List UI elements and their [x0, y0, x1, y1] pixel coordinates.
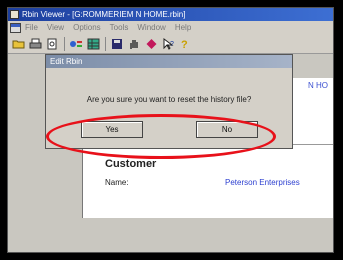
toolbar-separator	[105, 36, 106, 51]
menu-window[interactable]: Window	[137, 23, 165, 32]
svg-text:?: ?	[181, 39, 188, 50]
menu-tools[interactable]: Tools	[110, 23, 129, 32]
grid-icon[interactable]	[86, 37, 100, 51]
open-folder-icon[interactable]	[11, 37, 25, 51]
app-icon	[10, 10, 19, 19]
document-link[interactable]: N HO	[308, 81, 328, 90]
print-icon[interactable]	[28, 37, 42, 51]
name-label: Name:	[105, 178, 129, 187]
window-title: Rbin Viewer - [G:ROMMERIEM N HOME.rbin]	[22, 10, 186, 19]
menu-file[interactable]: File	[25, 23, 38, 32]
toolbar: ? ?	[8, 34, 333, 54]
svg-text:?: ?	[170, 41, 174, 48]
highlight-ring	[46, 114, 276, 159]
menu-view[interactable]: View	[47, 23, 64, 32]
title-bar: Rbin Viewer - [G:ROMMERIEM N HOME.rbin]	[8, 8, 333, 21]
help-arrow-icon[interactable]: ?	[161, 37, 175, 51]
search-replace-icon[interactable]	[69, 37, 83, 51]
toolbar-separator	[64, 36, 65, 51]
dialog-message: Are you sure you want to reset the histo…	[86, 95, 252, 104]
menu-bar: File View Options Tools Window Help	[8, 21, 333, 34]
name-value[interactable]: Peterson Enterprises	[225, 178, 300, 187]
print-preview-icon[interactable]	[45, 37, 59, 51]
document-window-icon[interactable]	[10, 22, 21, 33]
menu-help[interactable]: Help	[175, 23, 191, 32]
save-icon[interactable]	[110, 37, 124, 51]
question-icon[interactable]: ?	[178, 37, 192, 51]
menu-options[interactable]: Options	[73, 23, 101, 32]
hand-icon[interactable]	[127, 37, 141, 51]
dialog-title: Edit Rbin	[46, 55, 292, 68]
diamond-icon[interactable]	[144, 37, 158, 51]
customer-heading: Customer	[105, 158, 157, 170]
